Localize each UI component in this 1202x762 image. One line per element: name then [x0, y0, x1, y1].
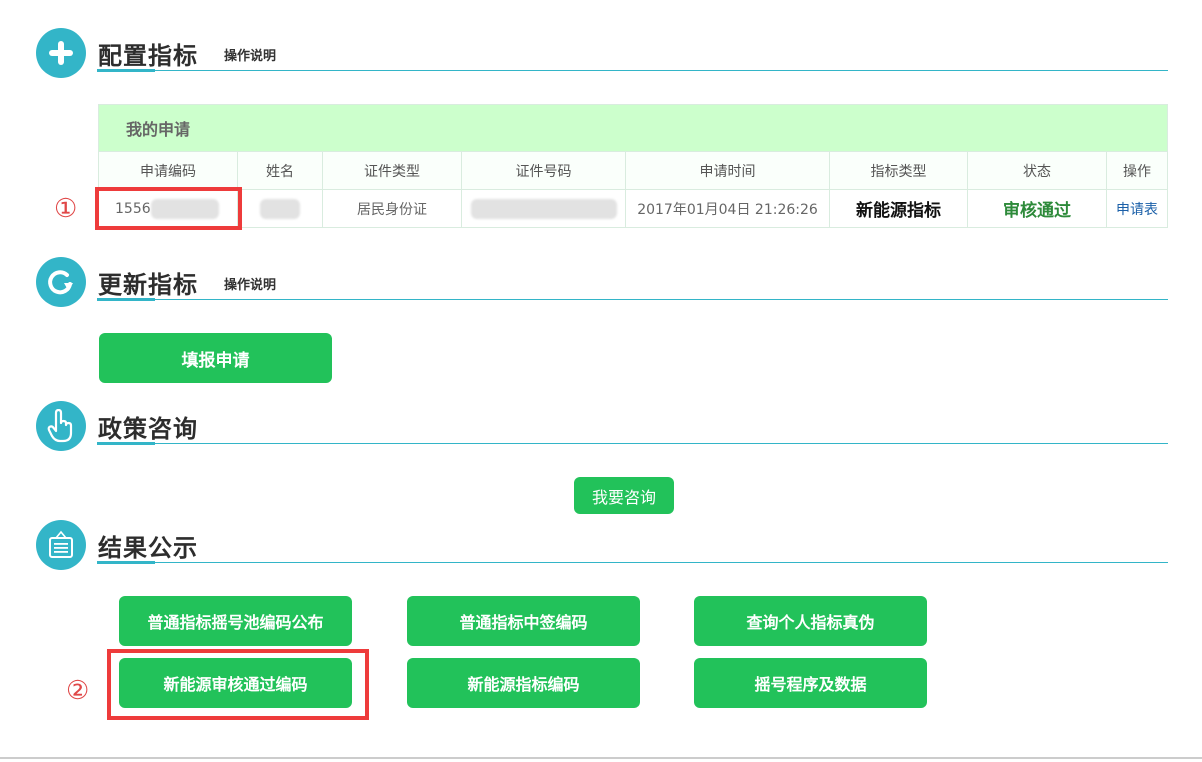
highlight-box-2: [107, 649, 369, 720]
verify-quota-button[interactable]: 查询个人指标真伪: [694, 596, 927, 646]
redacted: [470, 198, 617, 219]
section-title: 更新指标: [98, 271, 198, 299]
table-caption: 我的申请: [98, 104, 1168, 152]
col-header: 证件类型: [322, 151, 462, 190]
annotation-marker-1: ①: [54, 194, 78, 224]
col-header: 指标类型: [829, 151, 968, 190]
table-header-row: 申请编码 姓名 证件类型 证件号码 申请时间 指标类型 状态 操作: [98, 151, 1168, 190]
consult-button[interactable]: 我要咨询: [574, 477, 674, 514]
col-header: 申请时间: [625, 151, 830, 190]
divider-accent: [97, 442, 155, 445]
quota-type: 新能源指标: [829, 189, 968, 228]
id-type: 居民身份证: [322, 189, 462, 228]
divider-accent: [97, 298, 155, 301]
section-update: 更新指标 操作说明: [36, 257, 1168, 309]
redacted: [260, 198, 300, 219]
application-form-link[interactable]: 申请表: [1116, 202, 1158, 218]
col-header: 姓名: [237, 151, 323, 190]
ev-quota-codes-button[interactable]: 新能源指标编码: [407, 658, 640, 708]
section-title: 政策咨询: [98, 415, 198, 443]
lottery-program-data-button[interactable]: 摇号程序及数据: [694, 658, 927, 708]
application-time: 2017年01月04日 21:26:26: [625, 189, 830, 228]
divider-accent: [97, 561, 155, 564]
divider: [97, 562, 1168, 563]
section-results: 结果公示: [36, 520, 1168, 572]
divider-accent: [97, 69, 155, 72]
col-header: 证件号码: [461, 151, 626, 190]
divider: [97, 299, 1168, 300]
help-link[interactable]: 操作说明: [224, 45, 276, 64]
highlight-box-1: [95, 187, 242, 230]
divider: [97, 70, 1168, 71]
annotation-marker-2: ②: [66, 676, 90, 706]
refresh-icon: [36, 257, 86, 307]
plus-icon: [36, 28, 86, 78]
col-header: 状态: [967, 151, 1107, 190]
status-badge: 审核通过: [967, 189, 1107, 228]
col-header: 操作: [1106, 151, 1168, 190]
normal-pool-codes-button[interactable]: 普通指标摇号池编码公布: [119, 596, 352, 646]
section-title: 配置指标: [98, 42, 198, 70]
help-link[interactable]: 操作说明: [224, 274, 276, 293]
col-header: 申请编码: [98, 151, 238, 190]
section-policy: 政策咨询: [36, 401, 1168, 453]
divider: [97, 443, 1168, 444]
normal-winning-codes-button[interactable]: 普通指标中签编码: [407, 596, 640, 646]
id-number: [461, 189, 626, 228]
notice-board-icon: [36, 520, 86, 570]
section-title: 结果公示: [98, 534, 198, 562]
pointing-hand-icon: [36, 401, 86, 451]
action-cell: 申请表: [1106, 189, 1168, 228]
applicant-name: [237, 189, 323, 228]
table-row: 1556 居民身份证 2017年01月04日 21:26:26 新能源指标 审核…: [98, 189, 1168, 228]
page-bottom-divider: [0, 757, 1202, 759]
applications-table: 我的申请 申请编码 姓名 证件类型 证件号码 申请时间 指标类型 状态 操作 1…: [98, 104, 1168, 228]
fill-application-button[interactable]: 填报申请: [99, 333, 332, 383]
section-config: 配置指标 操作说明: [36, 28, 1168, 80]
